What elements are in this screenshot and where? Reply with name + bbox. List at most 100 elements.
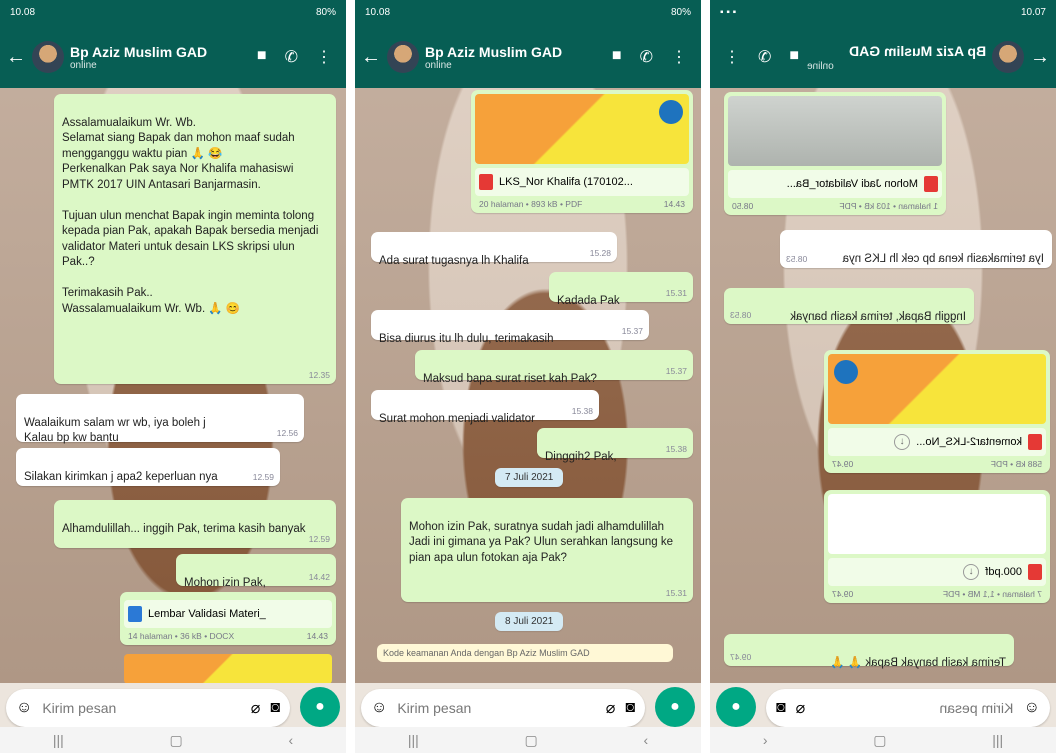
home-icon[interactable]: ▢ xyxy=(170,732,183,749)
message-text: Ada surat tugasnya lh Khalifa xyxy=(379,254,529,267)
message-text: Waalaikum salam wr wb, iya boleh j Kalau… xyxy=(24,416,206,445)
message-time: 08.53 xyxy=(730,309,752,320)
message-bubble[interactable]: Alhamdulillah... inggih Pak, terima kasi… xyxy=(54,500,336,548)
message-composer[interactable]: ☺ Kirim pesan ⌀ ◙ xyxy=(361,689,645,727)
document-preview xyxy=(728,96,942,166)
mic-button[interactable]: ● xyxy=(655,687,695,727)
avatar[interactable] xyxy=(992,41,1024,73)
contact-name: Bp Aziz Muslim GAD xyxy=(425,43,563,60)
camera-icon[interactable]: ◙ xyxy=(270,699,280,717)
message-bubble[interactable]: Kadada Pak 15.31 xyxy=(549,272,693,307)
chat-header: → Bp Aziz Muslim GAD online ■ ✆ ⋮ xyxy=(710,26,1056,88)
message-bubble[interactable]: Assalamualaikum Wr. Wb. Selamat siang Ba… xyxy=(54,94,336,384)
back-nav-icon[interactable]: ‹ xyxy=(288,732,293,748)
phone-call-icon[interactable]: ✆ xyxy=(285,47,298,67)
back-nav-icon[interactable]: ‹ xyxy=(643,732,648,748)
document-preview[interactable] xyxy=(124,654,332,683)
chat-area: Mohon Jadi Validator_Ba... 1 halaman • 1… xyxy=(710,88,1056,683)
mic-button[interactable]: ● xyxy=(300,687,340,727)
message-input[interactable]: Kirim pesan xyxy=(815,700,1014,716)
attach-icon[interactable]: ⌀ xyxy=(251,698,261,718)
back-arrow-icon[interactable]: ← xyxy=(361,46,381,69)
video-call-icon[interactable]: ■ xyxy=(612,47,622,67)
message-bubble[interactable]: Maksud bapa surat riset kah Pak? 15.37 xyxy=(415,350,693,385)
system-nav-bar: › ▢ ||| xyxy=(710,727,1056,753)
message-time: 15.31 xyxy=(665,287,687,298)
emoji-icon[interactable]: ☺ xyxy=(16,699,32,717)
more-options-icon[interactable]: ⋮ xyxy=(671,47,687,67)
battery-level: 80% xyxy=(670,7,691,18)
contact-status: online xyxy=(807,60,834,72)
contact-info[interactable]: Bp Aziz Muslim GAD online xyxy=(70,44,257,71)
document-meta: 20 halaman • 893 kB • PDF xyxy=(479,199,583,209)
back-arrow-icon[interactable]: → xyxy=(1030,46,1050,69)
document-message[interactable]: Lembar Validasi Materi_ 14 halaman • 36 … xyxy=(120,592,336,645)
contact-info[interactable]: Bp Aziz Muslim GAD online xyxy=(807,43,986,72)
logo-icon xyxy=(834,360,858,384)
message-bubble[interactable]: Ada surat tugasnya lh Khalifa 15.28 xyxy=(371,232,617,267)
camera-icon[interactable]: ◙ xyxy=(776,699,786,717)
document-message[interactable]: 000.pdf ↓ 7 halaman • 1,1 MB • PDF 09.47 xyxy=(824,490,1050,603)
message-bubble[interactable]: Waalaikum salam wr wb, iya boleh j Kalau… xyxy=(16,394,304,445)
contact-info[interactable]: Bp Aziz Muslim GAD online xyxy=(425,44,612,71)
message-time: 08.53 xyxy=(786,253,808,264)
recents-icon[interactable]: ||| xyxy=(408,732,419,748)
message-composer[interactable]: ☺ Kirim pesan ⌀ ◙ xyxy=(766,689,1050,727)
emoji-icon[interactable]: ☺ xyxy=(1024,699,1040,717)
phone-call-icon[interactable]: ✆ xyxy=(758,47,771,67)
message-text: Iya terimakasih kena bp cek lh LKS nya xyxy=(842,252,1044,265)
video-call-icon[interactable]: ■ xyxy=(789,47,799,67)
attach-icon[interactable]: ⌀ xyxy=(796,698,806,718)
logo-icon xyxy=(659,100,683,124)
back-arrow-icon[interactable]: ← xyxy=(6,46,26,69)
message-bubble[interactable]: Dinggih2 Pak, 15.38 xyxy=(537,428,693,463)
more-options-icon[interactable]: ⋮ xyxy=(316,47,332,67)
document-preview xyxy=(475,94,689,164)
message-bubble[interactable]: Mohon izin Pak, 14.42 xyxy=(176,554,336,589)
message-bubble[interactable]: Mohon izin Pak, suratnya sudah jadi alha… xyxy=(401,498,693,602)
message-time: 15.38 xyxy=(665,443,687,454)
message-time: 15.37 xyxy=(665,365,687,376)
security-notice[interactable]: Kode keamanan Anda dengan Bp Aziz Muslim… xyxy=(377,644,673,662)
document-name: komentar2-LKS_No... xyxy=(916,436,1022,448)
home-icon[interactable]: ▢ xyxy=(525,732,538,749)
download-icon[interactable]: ↓ xyxy=(894,434,911,450)
message-bubble[interactable]: Inggih Bapak, terima kasih banyak 08.53 xyxy=(724,288,974,324)
back-nav-icon[interactable]: › xyxy=(763,732,768,748)
message-bubble[interactable]: Bisa diurus itu lh dulu, terimakasih 15.… xyxy=(371,310,649,345)
message-composer[interactable]: ☺ Kirim pesan ⌀ ◙ xyxy=(6,689,290,727)
document-message[interactable]: komentar2-LKS_No... ↓ 588 kB • PDF 09.47 xyxy=(824,350,1050,473)
message-bubble[interactable]: Iya terimakasih kena bp cek lh LKS nya 0… xyxy=(780,230,1052,268)
emoji-icon[interactable]: ☺ xyxy=(371,699,387,717)
download-icon[interactable]: ↓ xyxy=(963,564,980,580)
contact-status: online xyxy=(70,59,97,71)
message-time: 14.42 xyxy=(308,571,330,582)
message-bubble[interactable]: Silakan kirimkan j apa2 keperluan nya 12… xyxy=(16,448,280,486)
mic-button[interactable]: ● xyxy=(716,687,756,727)
phone-call-icon[interactable]: ✆ xyxy=(640,47,653,67)
camera-icon[interactable]: ◙ xyxy=(625,699,635,717)
recents-icon[interactable]: ||| xyxy=(992,732,1003,748)
pdf-file-icon xyxy=(479,174,493,190)
message-bubble[interactable]: Surat mohon menjadi validator 15.38 xyxy=(371,390,599,425)
message-time: 09.47 xyxy=(832,589,854,599)
message-bubble[interactable]: Terima kasih banyak Bapak 🙏 🙏 09.47 xyxy=(724,634,1014,669)
home-icon[interactable]: ▢ xyxy=(873,732,886,749)
document-message[interactable]: LKS_Nor Khalifa (170102... 20 halaman • … xyxy=(471,90,693,213)
message-text: Mohon izin Pak, xyxy=(184,576,266,589)
status-icons: ▪ ▪ ▪ xyxy=(720,7,737,18)
message-input[interactable]: Kirim pesan xyxy=(42,700,240,716)
avatar[interactable] xyxy=(387,41,419,73)
message-text: Maksud bapa surat riset kah Pak? xyxy=(423,372,597,385)
document-message[interactable]: Mohon Jadi Validator_Ba... 1 halaman • 1… xyxy=(724,92,946,215)
message-time: 14.43 xyxy=(663,199,685,209)
message-input[interactable]: Kirim pesan xyxy=(397,700,595,716)
message-text: Kadada Pak xyxy=(557,294,620,307)
document-name: Lembar Validasi Materi_ xyxy=(148,608,266,620)
recents-icon[interactable]: ||| xyxy=(53,732,64,748)
document-name: LKS_Nor Khalifa (170102... xyxy=(499,176,633,188)
more-options-icon[interactable]: ⋮ xyxy=(724,47,740,67)
avatar[interactable] xyxy=(32,41,64,73)
attach-icon[interactable]: ⌀ xyxy=(606,698,616,718)
video-call-icon[interactable]: ■ xyxy=(257,47,267,67)
